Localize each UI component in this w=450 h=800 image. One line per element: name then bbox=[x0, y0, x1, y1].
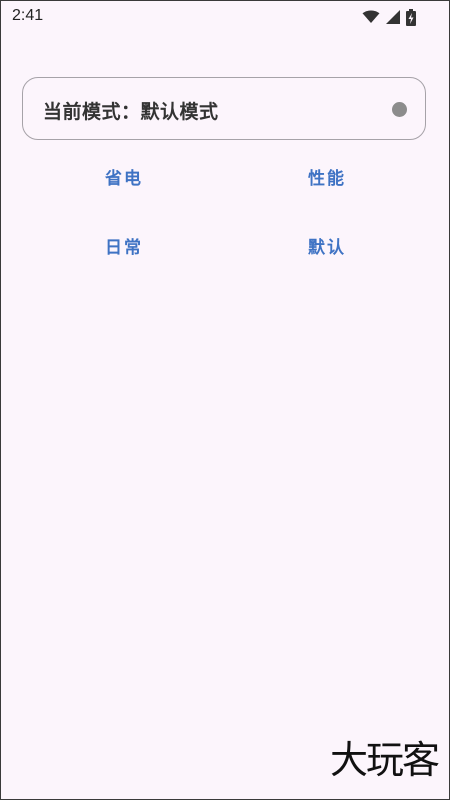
current-mode-card: 当前模式：默认模式 bbox=[22, 77, 426, 140]
power-saving-mode-button[interactable]: 省电 bbox=[64, 158, 184, 198]
status-icons bbox=[362, 8, 416, 26]
current-mode-label: 当前模式：默认模式 bbox=[43, 101, 219, 123]
default-mode-button[interactable]: 默认 bbox=[267, 227, 387, 267]
wifi-icon bbox=[362, 10, 380, 24]
status-time: 2:41 bbox=[12, 7, 44, 24]
performance-mode-button[interactable]: 性能 bbox=[267, 158, 387, 198]
daily-mode-button[interactable]: 日常 bbox=[64, 227, 184, 267]
status-bar: 2:41 bbox=[0, 0, 450, 34]
battery-charging-icon bbox=[406, 8, 416, 26]
status-dot-icon bbox=[392, 102, 407, 117]
cellular-signal-icon bbox=[386, 10, 400, 24]
watermark-logo: 大玩客 bbox=[329, 738, 440, 782]
